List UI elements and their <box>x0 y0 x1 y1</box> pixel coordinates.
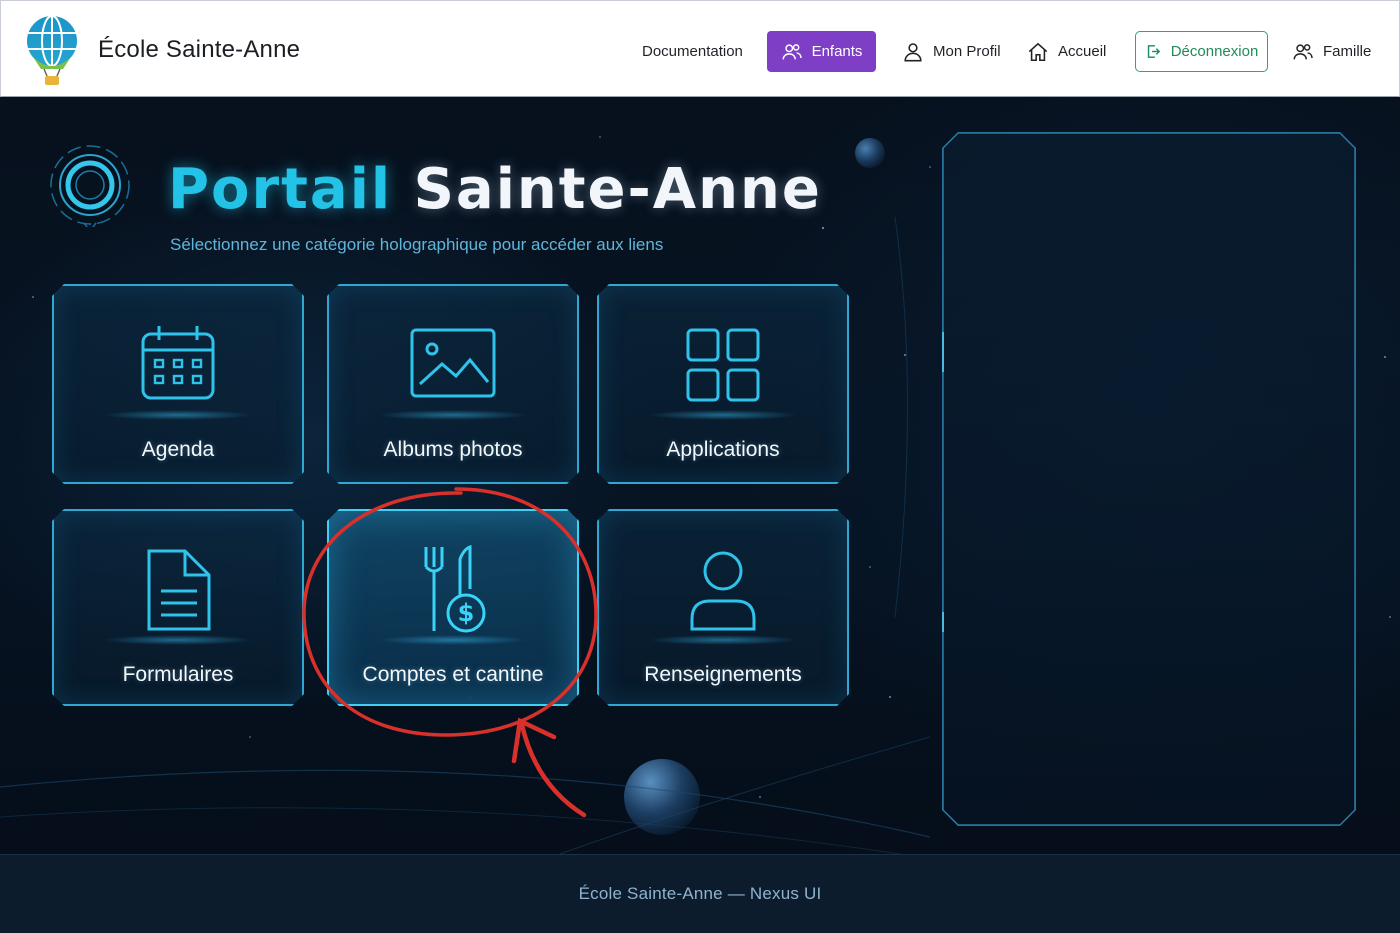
nav-mon-profil[interactable]: Mon Profil <box>902 31 1001 72</box>
annotation-circle-arrow <box>302 487 598 818</box>
user-icon <box>678 545 768 635</box>
footer: École Sainte-Anne — Nexus UI <box>0 854 1400 933</box>
portal-main: Portail Sainte-Anne Sélectionnez une cat… <box>0 97 1400 854</box>
top-navbar: École Sainte-Anne Documentation Enfants … <box>0 0 1400 97</box>
tile-glow <box>378 410 528 420</box>
footer-text: École Sainte-Anne — Nexus UI <box>578 884 822 903</box>
nav-enfants-label: Enfants <box>811 43 863 60</box>
globe-balloon-logo[interactable] <box>23 13 81 87</box>
nav-enfants-button[interactable]: Enfants <box>767 31 876 72</box>
logout-label: Déconnexion <box>1170 43 1259 60</box>
hologram-ring-icon <box>50 145 130 227</box>
tile-renseignements[interactable]: Renseignements <box>597 509 849 706</box>
logout-button[interactable]: Déconnexion <box>1135 31 1268 72</box>
page-title-main: Sainte-Anne <box>413 157 822 222</box>
tile-agenda[interactable]: Agenda <box>52 284 304 484</box>
nav-famille[interactable]: Famille <box>1292 31 1371 72</box>
grid-icon <box>678 320 768 410</box>
tile-glow <box>648 410 798 420</box>
tile-label: Applications <box>666 438 780 461</box>
panel-frame <box>942 132 1356 826</box>
calendar-icon <box>133 320 223 410</box>
nav-accueil[interactable]: Accueil <box>1027 31 1106 72</box>
tile-glow <box>103 635 253 645</box>
document-icon <box>133 545 223 635</box>
tile-glow <box>648 635 798 645</box>
tile-glow <box>103 410 253 420</box>
nav-mon-profil-label: Mon Profil <box>933 43 1001 60</box>
family-icon <box>1293 43 1313 59</box>
user-icon <box>904 42 922 61</box>
tile-label: Renseignements <box>644 663 802 686</box>
tile-formulaires[interactable]: Formulaires <box>52 509 304 706</box>
nav-accueil-label: Accueil <box>1058 43 1107 60</box>
home-icon <box>1028 42 1048 61</box>
tile-albums-photos[interactable]: Albums photos <box>327 284 579 484</box>
users-icon <box>782 43 802 59</box>
school-name[interactable]: École Sainte-Anne <box>98 36 300 64</box>
tile-applications[interactable]: Applications <box>597 284 849 484</box>
nav-documentation[interactable]: Documentation <box>642 31 743 72</box>
tile-label: Agenda <box>141 438 215 461</box>
nav-famille-label: Famille <box>1323 43 1372 60</box>
image-icon <box>408 320 498 410</box>
logout-icon <box>1147 45 1160 58</box>
page-subtitle: Sélectionnez une catégorie holographique… <box>170 235 664 254</box>
nav-documentation-label: Documentation <box>642 43 743 60</box>
tile-label: Albums photos <box>383 438 523 461</box>
tile-label: Formulaires <box>122 663 234 686</box>
page-title: Portail Sainte-Anne <box>168 157 822 222</box>
page-title-accent: Portail <box>168 157 393 222</box>
